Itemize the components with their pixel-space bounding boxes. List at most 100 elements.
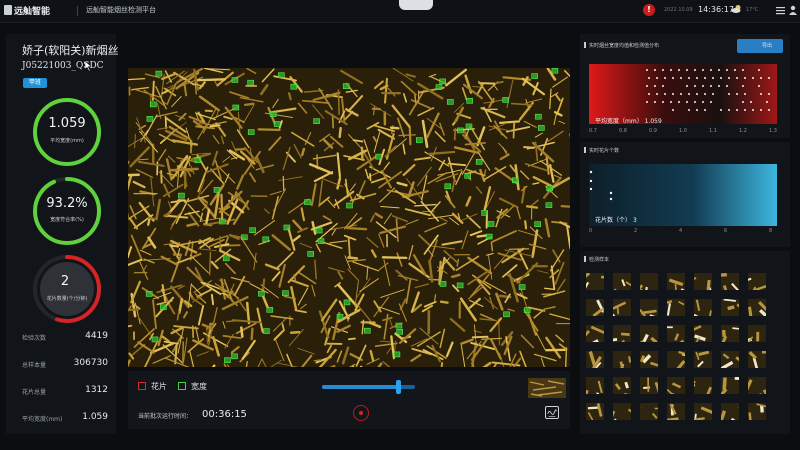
width-detection-mark <box>464 173 472 179</box>
sample-thumbnail[interactable] <box>694 273 712 290</box>
sample-thumbnail[interactable] <box>640 273 658 290</box>
width-detection-mark <box>343 299 351 306</box>
width-data-point <box>672 77 674 79</box>
stat-label: 检验次数 <box>22 335 47 342</box>
width-data-point <box>702 101 704 103</box>
width-data-point <box>760 77 762 79</box>
width-detection-mark <box>342 83 350 89</box>
gauge-label: 花片数量(个/分钟) <box>46 296 88 302</box>
width-detection-mark <box>178 192 185 199</box>
shift-badge: 甲班 <box>23 78 47 88</box>
sample-thumbnail[interactable] <box>721 299 739 316</box>
sample-thumbnail[interactable] <box>586 299 604 316</box>
sample-thumbnail[interactable] <box>586 351 604 368</box>
sample-thumbnail[interactable] <box>613 403 631 420</box>
tobacco-strand <box>345 226 368 231</box>
tobacco-strand <box>183 84 188 97</box>
sample-thumbnail[interactable] <box>613 351 631 368</box>
width-detection-mark <box>446 99 454 105</box>
pull-down-tab[interactable] <box>399 0 433 10</box>
width-data-point <box>680 77 682 79</box>
sample-thumbnail[interactable] <box>748 377 766 394</box>
tobacco-strand <box>524 220 528 230</box>
width-detection-mark <box>415 137 423 143</box>
tobacco-strand <box>508 248 530 250</box>
width-data-point <box>670 101 672 103</box>
export-button-label[interactable]: 导出 <box>762 42 772 49</box>
sample-thumbnail[interactable] <box>586 377 604 394</box>
flake-legend-swatch[interactable] <box>138 382 146 390</box>
export-button[interactable] <box>737 39 783 53</box>
sample-thumbnail[interactable] <box>721 273 739 290</box>
tobacco-strand <box>440 361 444 367</box>
sample-thumbnail[interactable] <box>667 273 685 290</box>
tobacco-strand <box>478 82 496 85</box>
brand-name: 远舢智能 <box>14 7 51 17</box>
width-detection-mark <box>531 73 539 79</box>
axis-tick-label: 1.0 <box>679 128 687 134</box>
sample-thumbnail[interactable] <box>586 325 604 342</box>
sample-thumbnail[interactable] <box>586 273 604 290</box>
alert-icon[interactable]: ! <box>643 4 655 16</box>
sample-thumbnail[interactable] <box>613 273 631 290</box>
sample-thumbnail[interactable] <box>640 377 658 394</box>
runtime-value: 00:36:15 <box>202 409 247 420</box>
flake-data-point <box>589 170 593 174</box>
width-detection-mark <box>262 236 270 243</box>
width-data-point <box>720 77 722 79</box>
sample-thumbnail[interactable] <box>748 351 766 368</box>
sample-thumbnail[interactable] <box>748 403 766 420</box>
playback-slider-handle[interactable] <box>396 380 401 394</box>
width-detection-mark <box>393 351 401 358</box>
sample-thumbnail[interactable] <box>586 403 604 420</box>
width-detection-mark <box>456 127 464 134</box>
width-data-point <box>678 101 680 103</box>
width-data-point <box>750 101 752 103</box>
width-detection-mark <box>466 97 474 104</box>
sample-thumbnail[interactable] <box>640 351 658 368</box>
axis-tick-label: 0.9 <box>649 128 657 134</box>
width-detection-mark <box>224 357 231 364</box>
sample-thumbnail[interactable] <box>613 325 631 342</box>
sample-thumbnail[interactable] <box>721 325 739 342</box>
sample-thumbnail[interactable] <box>613 377 631 394</box>
stat-value: 1312 <box>85 385 108 395</box>
sample-thumbnail[interactable] <box>640 299 658 316</box>
sample-thumbnail[interactable] <box>667 351 685 368</box>
sample-thumbnail[interactable] <box>748 299 766 316</box>
width-legend-swatch[interactable] <box>178 382 186 390</box>
sample-thumbnail[interactable] <box>667 325 685 342</box>
sample-thumbnail[interactable] <box>694 377 712 394</box>
sample-thumbnail[interactable] <box>694 299 712 316</box>
tobacco-sample-image[interactable] <box>128 68 570 367</box>
tobacco-strand <box>313 359 322 362</box>
sample-thumbnail[interactable] <box>748 273 766 290</box>
width-data-point <box>686 101 688 103</box>
sample-thumbnail[interactable] <box>640 403 658 420</box>
sample-thumbnail[interactable] <box>721 377 739 394</box>
tobacco-strand <box>287 92 292 101</box>
sample-thumbnail[interactable] <box>748 325 766 342</box>
user-icon[interactable] <box>789 5 797 15</box>
sample-thumbnail[interactable] <box>613 299 631 316</box>
stat-value: 4419 <box>85 331 108 341</box>
width-detection-mark <box>258 290 265 297</box>
sample-thumbnail[interactable] <box>721 403 739 420</box>
sample-thumbnail[interactable] <box>667 377 685 394</box>
sample-thumbnail[interactable] <box>721 351 739 368</box>
sample-thumbnail[interactable] <box>694 403 712 420</box>
sample-thumbnail[interactable] <box>694 325 712 342</box>
tobacco-strand <box>389 126 400 130</box>
width-legend-label[interactable]: 宽度 <box>191 381 207 392</box>
waveform-button[interactable] <box>545 406 559 419</box>
tobacco-strand <box>210 293 215 306</box>
sample-thumbnail[interactable] <box>667 403 685 420</box>
flake-legend-label[interactable]: 花片 <box>151 381 167 392</box>
preview-thumbnail[interactable] <box>528 378 566 398</box>
width-data-point <box>742 69 744 71</box>
sample-thumbnail[interactable] <box>667 299 685 316</box>
sample-thumbnail[interactable] <box>694 351 712 368</box>
menu-icon[interactable] <box>776 6 785 15</box>
sample-thumbnail[interactable] <box>640 325 658 342</box>
width-data-point <box>728 93 730 95</box>
